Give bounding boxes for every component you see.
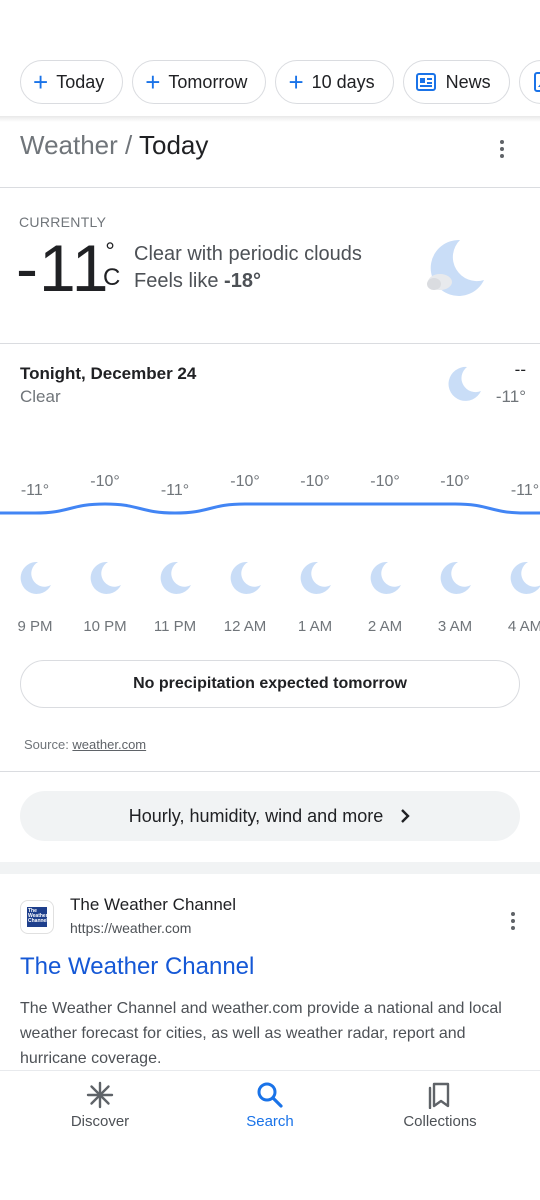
hourly-time-label: 10 PM <box>83 618 127 635</box>
divider <box>0 771 540 772</box>
hourly-temp-label: -11° <box>20 482 50 499</box>
plus-icon: + <box>145 67 161 97</box>
newspaper-icon <box>415 73 436 91</box>
breadcrumb: Weather / Today <box>20 130 208 161</box>
hourly-temp-label: -10° <box>230 473 260 490</box>
moon-icon <box>90 561 121 594</box>
section-separator <box>0 862 540 874</box>
result-title-link[interactable]: The Weather Channel <box>20 953 254 981</box>
page-title: Today <box>139 130 209 160</box>
more-options-icon[interactable] <box>500 140 506 161</box>
hourly-forecast[interactable]: -11° 9 PM -10° 10 PM -11° 11 PM -10° 12 AM -10° 1… <box>0 470 540 640</box>
moon-icon <box>510 561 540 594</box>
tonight-low: -11° <box>495 387 526 406</box>
source-prefix: Source: <box>24 737 73 752</box>
feels-like-value: -18° <box>224 270 261 292</box>
moon-icon <box>300 561 331 594</box>
bookmark-stack-icon <box>428 1082 450 1109</box>
hourly-time-label: 3 AM <box>437 618 473 635</box>
current-condition: Clear with periodic clouds <box>134 243 362 265</box>
chevron-right-icon <box>401 809 410 823</box>
plus-icon: + <box>288 67 304 97</box>
source-attribution: Source: weather.com <box>24 737 146 752</box>
currently-heading: CURRENTLY <box>19 214 107 230</box>
hourly-time-label: 12 AM <box>223 618 267 635</box>
source-link[interactable]: weather.com <box>72 737 146 752</box>
hourly-temp-label: -10° <box>300 473 330 490</box>
filter-chips: + Today + Tomorrow + 10 days News <box>20 60 540 106</box>
result-snippet: The Weather Channel and weather.com prov… <box>20 1000 502 1067</box>
result-more-icon[interactable] <box>511 912 517 933</box>
moon-icon <box>440 561 471 594</box>
hourly-temp-label: -10° <box>440 473 470 490</box>
nav-label: Search <box>246 1113 294 1130</box>
asterisk-icon <box>86 1081 114 1109</box>
hourly-time-label: 1 AM <box>297 618 333 635</box>
nav-discover[interactable]: Discover <box>40 1081 160 1130</box>
chip-today[interactable]: + Today <box>20 60 124 104</box>
temperature-unit[interactable]: C <box>103 264 120 292</box>
chip-label: News <box>445 71 491 92</box>
chip-label: Today <box>56 71 105 92</box>
nav-collections[interactable]: Collections <box>380 1081 500 1130</box>
result-site-name[interactable]: The Weather Channel <box>70 895 236 915</box>
hourly-temp-label: -10° <box>370 473 400 490</box>
moon-icon <box>448 366 481 401</box>
chip-tomorrow[interactable]: + Tomorrow <box>132 60 267 104</box>
hourly-time-label: 2 AM <box>367 618 403 635</box>
precipitation-notice[interactable]: No precipitation expected tomorrow <box>20 660 520 708</box>
moon-icon <box>20 561 51 594</box>
nav-label: Discover <box>70 1113 130 1130</box>
chip-images[interactable] <box>518 60 540 104</box>
tonight-high: -- <box>514 360 526 379</box>
chip-10-days[interactable]: + 10 days <box>275 60 394 104</box>
more-weather-button[interactable]: Hourly, humidity, wind and more <box>20 791 520 841</box>
hourly-temp-label: -10° <box>90 473 120 490</box>
hourly-temp-label: -11° <box>160 482 190 499</box>
breadcrumb-parent[interactable]: Weather / <box>20 130 132 160</box>
nav-label: Collections <box>403 1113 477 1130</box>
feels-like: Feels like -18° <box>134 270 261 293</box>
tonight-condition: Clear <box>20 387 61 406</box>
divider <box>0 187 540 188</box>
hourly-time-label: 11 PM <box>153 618 197 635</box>
hourly-temp-label: -11° <box>510 482 540 499</box>
moon-icon <box>370 561 401 594</box>
moon-cloud-icon <box>427 239 484 296</box>
favicon-mark: The Weather Channel <box>27 907 48 927</box>
hourly-time-label: 4 AM <box>507 618 540 635</box>
search-icon <box>257 1082 283 1108</box>
feels-like-prefix: Feels like <box>134 270 225 292</box>
chips-shadow <box>0 116 540 122</box>
nav-search[interactable]: Search <box>210 1081 330 1130</box>
temperature-line-path <box>0 502 540 515</box>
image-icon <box>533 72 540 92</box>
bottom-navigation: Discover Search Collections <box>0 1070 540 1200</box>
site-favicon: The Weather Channel <box>20 900 54 934</box>
chip-news[interactable]: News <box>402 60 510 104</box>
chip-label: Tomorrow <box>168 71 248 92</box>
more-weather-label: Hourly, humidity, wind and more <box>128 805 384 826</box>
plus-icon: + <box>33 67 49 97</box>
moon-icon <box>160 561 191 594</box>
moon-icon <box>230 561 261 594</box>
tonight-title: Tonight, December 24 <box>20 364 197 383</box>
degree-symbol: ° <box>105 238 115 265</box>
hourly-time-label: 9 PM <box>17 618 53 635</box>
current-temperature: -11 <box>16 231 110 305</box>
divider <box>0 343 540 344</box>
result-url[interactable]: https://weather.com <box>70 920 191 936</box>
chip-label: 10 days <box>311 71 375 92</box>
